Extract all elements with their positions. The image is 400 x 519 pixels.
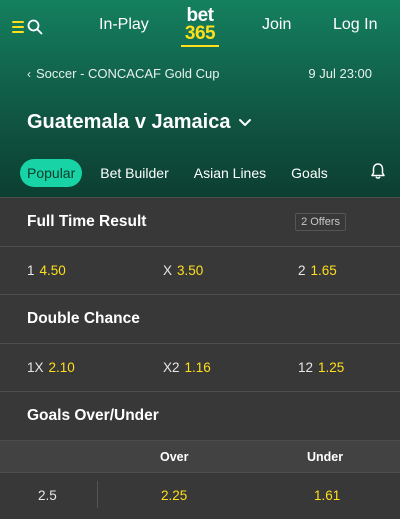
join-link[interactable]: Join <box>262 16 291 34</box>
ou-row: 2.5 2.25 1.61 <box>0 472 400 517</box>
offers-badge[interactable]: 2 Offers <box>295 213 346 231</box>
market-tabs: Popular Bet Builder Asian Lines Goals <box>20 159 353 187</box>
market-full-time-result: Full Time Result 2 Offers 1 4.50 X 3.50 21… <box>0 197 400 294</box>
market-title: Full Time Result <box>27 213 147 230</box>
odd-draw[interactable]: X 3.50 <box>163 263 203 278</box>
odd-value: 1.16 <box>184 360 211 375</box>
logo-text-bottom: 365 <box>184 23 216 44</box>
top-nav: In-Play bet 365 Join Log In <box>0 0 400 52</box>
bet365-logo[interactable]: bet 365 <box>181 6 219 50</box>
odd-value: 3.50 <box>177 263 204 278</box>
hamburger-icon <box>12 21 24 33</box>
tab-bet-builder[interactable]: Bet Builder <box>100 165 168 181</box>
col-under: Under <box>307 450 344 464</box>
odd-home[interactable]: 1 4.50 <box>27 263 66 278</box>
ou-column-headers: Over Under <box>0 440 400 472</box>
odd-label: X2 <box>163 360 180 375</box>
market-title: Goals Over/Under <box>27 407 159 424</box>
odds-row: 1 4.50 X 3.50 2 1.65 <box>0 246 400 294</box>
chevron-left-icon: ‹ <box>27 66 31 81</box>
match-title: Guatemala v Jamaica <box>27 111 231 133</box>
bell-icon[interactable] <box>370 162 386 180</box>
market-header[interactable]: Full Time Result 2 Offers <box>0 197 400 246</box>
odd-away[interactable]: 2 1.65 <box>298 263 337 278</box>
market-header[interactable]: Goals Over/Under <box>0 391 400 440</box>
odd-value: 1.25 <box>318 360 345 375</box>
tab-goals[interactable]: Goals <box>291 165 328 181</box>
market-title: Double Chance <box>27 310 140 327</box>
login-link[interactable]: Log In <box>333 16 377 34</box>
odd-under[interactable]: 1.61 <box>314 488 340 503</box>
match-title-selector[interactable]: Guatemala v Jamaica <box>27 111 252 134</box>
odd-over[interactable]: 2.25 <box>161 488 187 503</box>
tab-asian-lines[interactable]: Asian Lines <box>194 165 266 181</box>
odd-label: 1X <box>27 360 44 375</box>
odd-label: 12 <box>298 360 314 375</box>
nav-in-play[interactable]: In-Play <box>99 16 149 34</box>
market-double-chance: Double Chance 1X 2.10 X2 1.16 12 1.25 <box>0 294 400 391</box>
col-over: Over <box>160 450 189 464</box>
breadcrumb-label: Soccer - CONCACAF Gold Cup <box>36 66 220 81</box>
odd-label: X <box>163 263 173 278</box>
event-datetime: 9 Jul 23:00 <box>308 66 372 81</box>
divider <box>97 481 98 508</box>
menu-search-button[interactable] <box>12 16 46 38</box>
event-header: In-Play bet 365 Join Log In ‹ Soccer - C… <box>0 0 400 197</box>
odd-1x[interactable]: 1X 2.10 <box>27 360 75 375</box>
chevron-down-icon <box>238 118 252 128</box>
market-header[interactable]: Double Chance <box>0 294 400 343</box>
breadcrumb[interactable]: ‹ Soccer - CONCACAF Gold Cup <box>27 66 220 81</box>
odd-value: 4.50 <box>39 263 66 278</box>
odd-label: 1 <box>27 263 35 278</box>
odd-x2[interactable]: X2 1.16 <box>163 360 211 375</box>
search-icon <box>27 19 43 35</box>
odd-12[interactable]: 12 1.25 <box>298 360 344 375</box>
market-goals-over-under: Goals Over/Under Over Under 2.5 2.25 1.6… <box>0 391 400 517</box>
logo-underline <box>181 45 219 47</box>
odd-label: 2 <box>298 263 306 278</box>
odds-row: 1X 2.10 X2 1.16 12 1.25 <box>0 343 400 391</box>
tab-popular[interactable]: Popular <box>20 159 83 187</box>
goal-line: 2.5 <box>38 488 57 503</box>
odd-value: 1.65 <box>310 263 337 278</box>
odd-value: 2.10 <box>48 360 75 375</box>
